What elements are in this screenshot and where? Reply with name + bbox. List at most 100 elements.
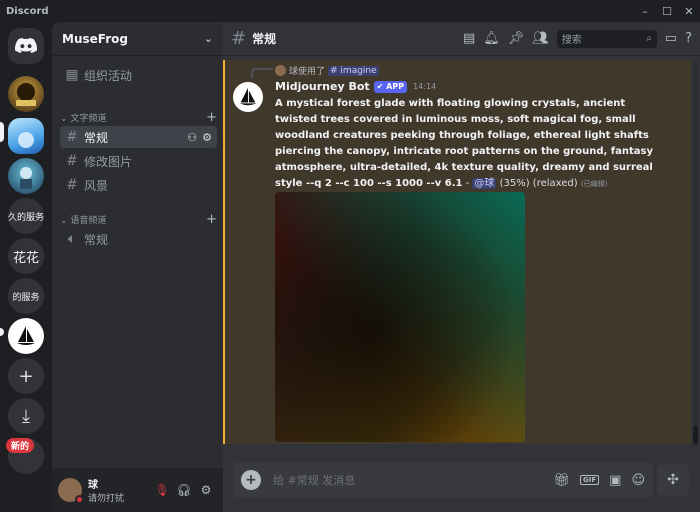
channel-label: 修改图片 (84, 154, 133, 169)
server-icon-2[interactable] (8, 118, 44, 154)
search-icon: ⌕ (646, 33, 652, 44)
prompt-text: A mystical forest glade with floating gl… (275, 98, 653, 189)
unread-pill (0, 328, 4, 336)
username: 球 (88, 480, 98, 491)
channel-item-scenery[interactable]: # 风景 (60, 174, 217, 196)
help-icon[interactable]: ? (685, 31, 692, 46)
user-panel: 球 请勿打扰 🎙︎ 🎧︎ ⚙ (52, 468, 223, 512)
invite-icon[interactable]: ⚇ (187, 131, 197, 144)
speaker-icon: 🔈︎ (67, 231, 77, 247)
plus-icon: + (18, 365, 34, 387)
download-apps-button[interactable]: ⤓ (8, 398, 44, 434)
new-badge: 新的 (6, 438, 35, 453)
dnd-status-icon (75, 495, 84, 504)
threads-icon[interactable]: ▤ (463, 31, 475, 46)
server-art-icon (18, 132, 34, 148)
maximize-button[interactable]: ☐ (656, 0, 678, 22)
discord-logo-icon (15, 38, 37, 53)
calendar-icon: ▦ (65, 67, 79, 83)
reply-connector (251, 68, 273, 78)
sailboat-icon (17, 326, 35, 345)
add-channel-icon[interactable]: + (206, 110, 217, 125)
guild-name: MuseFrog (62, 31, 128, 46)
message-header: Midjourney Bot ✔ APP 14:14 (275, 80, 436, 93)
channel-sidebar: MuseFrog ⌄ ▦ 组织活动 ⌄ 文字频道 + # 常规 ⚇ ⚙ # 修改… (52, 22, 223, 512)
app-badge: ✔ APP (373, 80, 408, 93)
hash-icon: # (66, 177, 78, 193)
guild-header[interactable]: MuseFrog ⌄ (52, 22, 223, 56)
search-input[interactable]: 搜索 ⌕ (556, 29, 657, 48)
server-icon-4[interactable]: 久的服务 (8, 198, 44, 234)
user-names[interactable]: 球 请勿打扰 (88, 476, 151, 504)
events-label: 组织活动 (84, 68, 133, 83)
voice-category[interactable]: ⌄ 语音频道 + (60, 212, 217, 227)
author-name[interactable]: Midjourney Bot (275, 80, 370, 93)
close-button[interactable]: ✕ (678, 0, 700, 22)
message-list: 球使用了 # imagine Midjourney Bot ✔ APP 14:1… (223, 56, 700, 446)
channel-label: 常规 (84, 232, 109, 247)
scrollbar-track[interactable] (693, 62, 698, 446)
channel-item-edit-images[interactable]: # 修改图片 (60, 150, 217, 172)
voice-category-label: ⌄ 语音频道 (60, 215, 107, 226)
attach-plus-icon[interactable]: + (241, 470, 261, 490)
channel-title: 常规 (252, 32, 277, 46)
separator: - (462, 178, 473, 189)
emoji-icon[interactable]: ☺ (631, 473, 645, 488)
avatar (275, 65, 286, 76)
add-server-button[interactable]: + (8, 358, 44, 394)
hash-icon: # (66, 153, 78, 169)
hash-icon: # (66, 129, 78, 145)
chevron-down-icon: ⌄ (203, 32, 213, 45)
bot-avatar[interactable] (233, 82, 263, 112)
server-icon-3[interactable] (8, 158, 44, 194)
channel-header: # 常规 ▤ 🔔︎ 📌︎ 👥︎ 搜索 ⌕ ▭ ? (223, 22, 700, 56)
server-icon-1[interactable] (8, 76, 44, 112)
minimize-button[interactable]: – (634, 0, 656, 22)
gear-icon[interactable]: ⚙ (202, 131, 212, 144)
apps-icon[interactable]: ✣ (657, 464, 689, 496)
active-server-pill (0, 122, 4, 142)
message-composer: + 🎁︎ GIF ▣ ☺ (233, 462, 653, 498)
gift-icon[interactable]: 🎁︎ (553, 473, 570, 488)
sailboat-icon (239, 87, 257, 106)
generated-image-preview[interactable] (275, 192, 525, 442)
app-name: Discord (6, 5, 49, 17)
voice-channel-general[interactable]: 🔈︎ 常规 (60, 228, 217, 250)
headphones-icon[interactable]: 🎧︎ (173, 479, 195, 501)
member-list-icon[interactable]: 👥︎ (532, 31, 549, 46)
server-rail: 久的服务 花花 的服务 + ⤓ 新的 (0, 22, 52, 512)
events-item[interactable]: ▦ 组织活动 (60, 64, 217, 86)
download-icon: ⤓ (22, 405, 30, 427)
scrollbar-thumb[interactable] (693, 426, 698, 444)
server-icon-midjourney[interactable] (8, 318, 44, 354)
progress-text: (35%) (relaxed) (496, 178, 581, 189)
message-content: A mystical forest glade with floating gl… (275, 96, 655, 192)
text-category[interactable]: ⌄ 文字频道 + (60, 110, 217, 125)
message-input[interactable] (273, 473, 554, 487)
timestamp: 14:14 (413, 82, 437, 91)
text-category-label: ⌄ 文字频道 (60, 113, 107, 124)
avatar[interactable] (58, 478, 84, 504)
add-voice-channel-icon[interactable]: + (206, 212, 217, 227)
mic-muted-icon[interactable]: 🎙︎ (151, 479, 173, 501)
channel-item-general[interactable]: # 常规 ⚇ ⚙ (60, 126, 217, 148)
server-art-icon (20, 167, 32, 189)
bell-icon[interactable]: 🔔︎ (483, 31, 500, 46)
main-panel: # 常规 ▤ 🔔︎ 📌︎ 👥︎ 搜索 ⌕ ▭ ? 球使用了 # imagine … (223, 22, 700, 512)
settings-gear-icon[interactable]: ⚙ (195, 479, 217, 501)
inbox-icon[interactable]: ▭ (665, 31, 677, 46)
command-name[interactable]: # imagine (328, 65, 379, 76)
home-button[interactable] (8, 28, 44, 64)
server-name: 久的服务 (8, 212, 44, 223)
server-icon-6[interactable]: 的服务 (8, 278, 44, 314)
edited-label: (已编辑) (580, 180, 608, 188)
channel-label: 常规 (84, 130, 109, 145)
pin-icon[interactable]: 📌︎ (508, 31, 525, 46)
gif-button[interactable]: GIF (580, 475, 600, 485)
channel-label: 风景 (84, 178, 109, 193)
sticker-icon[interactable]: ▣ (609, 473, 621, 488)
user-mention[interactable]: @球 (472, 178, 497, 189)
title-bar: Discord – ☐ ✕ (0, 0, 700, 22)
command-reference[interactable]: 球使用了 # imagine (275, 64, 379, 77)
server-icon-5[interactable]: 花花 (8, 238, 44, 274)
